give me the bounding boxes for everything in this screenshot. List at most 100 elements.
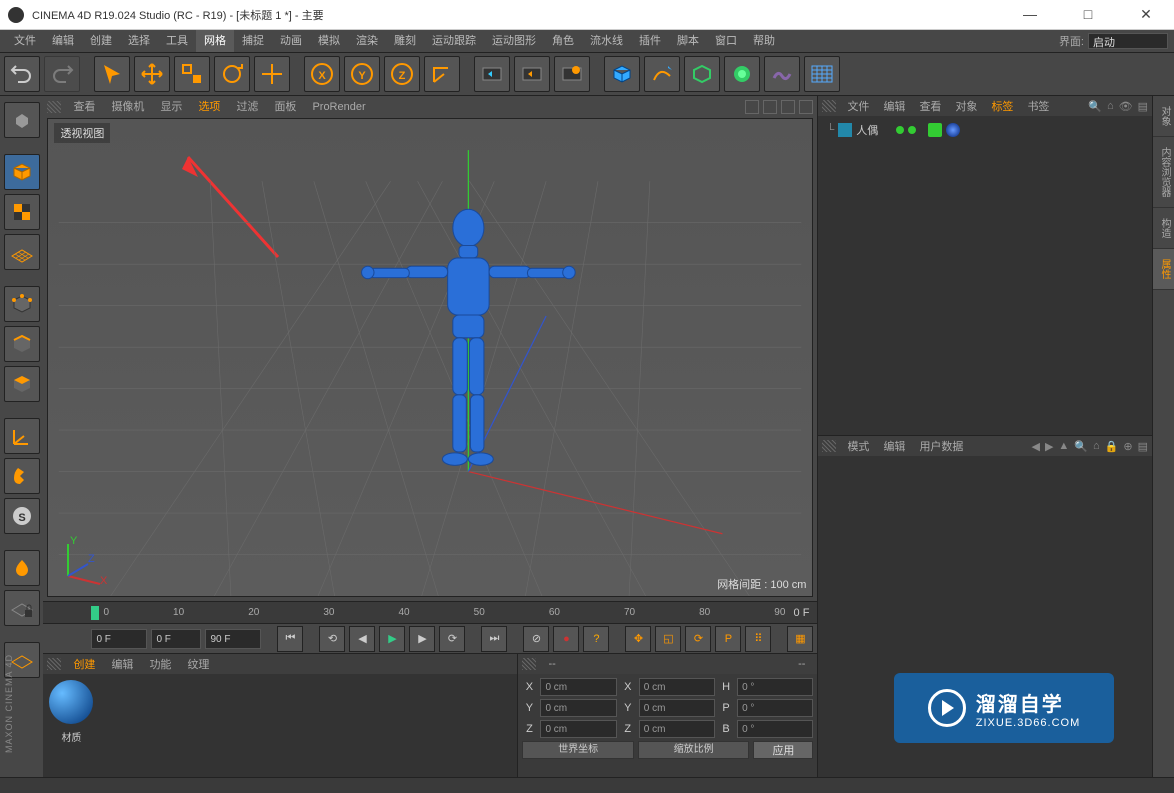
menu-create[interactable]: 创建 — [82, 30, 120, 52]
coord-p-rot[interactable]: 0 ° — [737, 699, 813, 717]
coord-scale-select[interactable]: 缩放比例 — [638, 741, 750, 759]
menu-icon[interactable]: ▤ — [1138, 440, 1148, 453]
coord-tab-left[interactable]: -- — [540, 658, 563, 670]
undo-button[interactable] — [4, 56, 40, 92]
object-item-figure[interactable]: └ 人偶 — [822, 120, 1148, 140]
end-frame-field[interactable]: 90 F — [205, 629, 261, 649]
menu-help[interactable]: 帮助 — [745, 30, 783, 52]
axis-gizmo[interactable]: Y X Z — [58, 536, 108, 586]
material-tag-icon[interactable] — [946, 123, 960, 137]
environment-button[interactable] — [764, 56, 800, 92]
vp-nav-icon-3[interactable] — [781, 100, 795, 114]
visibility-editor-dot[interactable] — [896, 126, 904, 134]
coord-z-size[interactable]: 0 cm — [639, 720, 715, 738]
timeline-cursor-icon[interactable] — [91, 606, 99, 620]
right-tab-objects[interactable]: 对象 — [1153, 96, 1174, 137]
menu-pipeline[interactable]: 流水线 — [582, 30, 631, 52]
right-tab-content[interactable]: 内容浏览器 — [1153, 137, 1174, 208]
menu-motion-track[interactable]: 运动跟踪 — [424, 30, 484, 52]
spline-button[interactable] — [644, 56, 680, 92]
x-axis-button[interactable]: X — [304, 56, 340, 92]
menu-render[interactable]: 渲染 — [348, 30, 386, 52]
panel-grip-icon[interactable] — [47, 101, 61, 113]
menu-file[interactable]: 文件 — [6, 30, 44, 52]
attr-tab-userdata[interactable]: 用户数据 — [912, 438, 970, 454]
menu-animation[interactable]: 动画 — [272, 30, 310, 52]
panel-grip-icon[interactable] — [47, 658, 61, 670]
key-position-button[interactable]: ✥ — [625, 626, 651, 652]
right-tab-attributes[interactable]: 属性 — [1153, 249, 1174, 290]
obj-tab-tags[interactable]: 标签 — [984, 98, 1020, 114]
next-key-button[interactable]: ⟳ — [439, 626, 465, 652]
attr-tab-edit[interactable]: 编辑 — [876, 438, 912, 454]
camera-button[interactable] — [804, 56, 840, 92]
menu-simulate[interactable]: 模拟 — [310, 30, 348, 52]
mat-tab-texture[interactable]: 纹理 — [179, 656, 217, 672]
axis-mode-button[interactable] — [4, 418, 40, 454]
next-frame-button[interactable]: ▶ — [409, 626, 435, 652]
lock-icon[interactable]: 🔒 — [1105, 440, 1119, 453]
obj-tab-edit[interactable]: 编辑 — [876, 98, 912, 114]
coord-b-rot[interactable]: 0 ° — [737, 720, 813, 738]
visibility-render-dot[interactable] — [908, 126, 916, 134]
coord-x-size[interactable]: 0 cm — [639, 678, 715, 696]
perspective-viewport[interactable]: 透视视图 — [47, 118, 813, 597]
phong-tag-icon[interactable] — [928, 123, 942, 137]
menu-edit[interactable]: 编辑 — [44, 30, 82, 52]
coord-tab-right[interactable]: -- — [790, 658, 813, 670]
vp-nav-icon-1[interactable] — [745, 100, 759, 114]
menu-select[interactable]: 选择 — [120, 30, 158, 52]
texture-mode-button[interactable] — [4, 194, 40, 230]
material-thumbnail[interactable] — [49, 680, 93, 724]
vp-menu-camera[interactable]: 摄像机 — [103, 96, 152, 118]
z-axis-button[interactable]: Z — [384, 56, 420, 92]
recent-tool-button[interactable] — [254, 56, 290, 92]
move-button[interactable] — [134, 56, 170, 92]
coord-z-pos[interactable]: 0 cm — [540, 720, 616, 738]
vp-menu-filter[interactable]: 过滤 — [228, 96, 266, 118]
key-pla-button[interactable]: ⠿ — [745, 626, 771, 652]
obj-tab-view[interactable]: 查看 — [912, 98, 948, 114]
viewport-solo-button[interactable] — [4, 550, 40, 586]
edges-mode-button[interactable] — [4, 326, 40, 362]
attr-tab-mode[interactable]: 模式 — [840, 438, 876, 454]
eye-icon[interactable]: 👁 — [1119, 100, 1133, 113]
make-editable-button[interactable] — [4, 102, 40, 138]
menu-plugins[interactable]: 插件 — [631, 30, 669, 52]
mat-tab-function[interactable]: 功能 — [141, 656, 179, 672]
obj-tab-objects[interactable]: 对象 — [948, 98, 984, 114]
vp-menu-display[interactable]: 显示 — [152, 96, 190, 118]
goto-start-button[interactable]: ⏮ — [277, 626, 303, 652]
scale-button[interactable] — [174, 56, 210, 92]
coord-y-size[interactable]: 0 cm — [639, 699, 715, 717]
mat-tab-edit[interactable]: 编辑 — [103, 656, 141, 672]
current-frame-field[interactable]: 0 F — [151, 629, 201, 649]
vp-menu-options[interactable]: 选项 — [190, 96, 228, 118]
layout-select[interactable]: 启动 — [1088, 33, 1168, 49]
record-button[interactable]: ⊘ — [523, 626, 549, 652]
new-icon[interactable]: ⊕ — [1123, 440, 1132, 453]
live-select-button[interactable] — [94, 56, 130, 92]
locked-workplane-button[interactable] — [4, 590, 40, 626]
rotate-button[interactable] — [214, 56, 250, 92]
vp-menu-view[interactable]: 查看 — [65, 96, 103, 118]
model-mode-button[interactable] — [4, 154, 40, 190]
y-axis-button[interactable]: Y — [344, 56, 380, 92]
deformer-button[interactable] — [724, 56, 760, 92]
maximize-button[interactable]: □ — [1068, 6, 1108, 23]
play-button[interactable]: ▶ — [379, 626, 405, 652]
nav-up-icon[interactable]: ▲ — [1058, 440, 1069, 453]
close-button[interactable]: ✕ — [1126, 6, 1166, 23]
panel-grip-icon[interactable] — [822, 100, 836, 112]
right-tab-structure[interactable]: 构造 — [1153, 208, 1174, 249]
vp-menu-panel[interactable]: 面板 — [266, 96, 304, 118]
menu-icon[interactable]: ▤ — [1138, 100, 1148, 113]
start-frame-field[interactable]: 0 F — [91, 629, 147, 649]
render-settings-button[interactable] — [554, 56, 590, 92]
points-mode-button[interactable] — [4, 286, 40, 322]
keyframe-options-button[interactable]: ? — [583, 626, 609, 652]
menu-tools[interactable]: 工具 — [158, 30, 196, 52]
menu-mesh[interactable]: 网格 — [196, 30, 234, 52]
menu-mograph[interactable]: 运动图形 — [484, 30, 544, 52]
prev-frame-button[interactable]: ◀ — [349, 626, 375, 652]
